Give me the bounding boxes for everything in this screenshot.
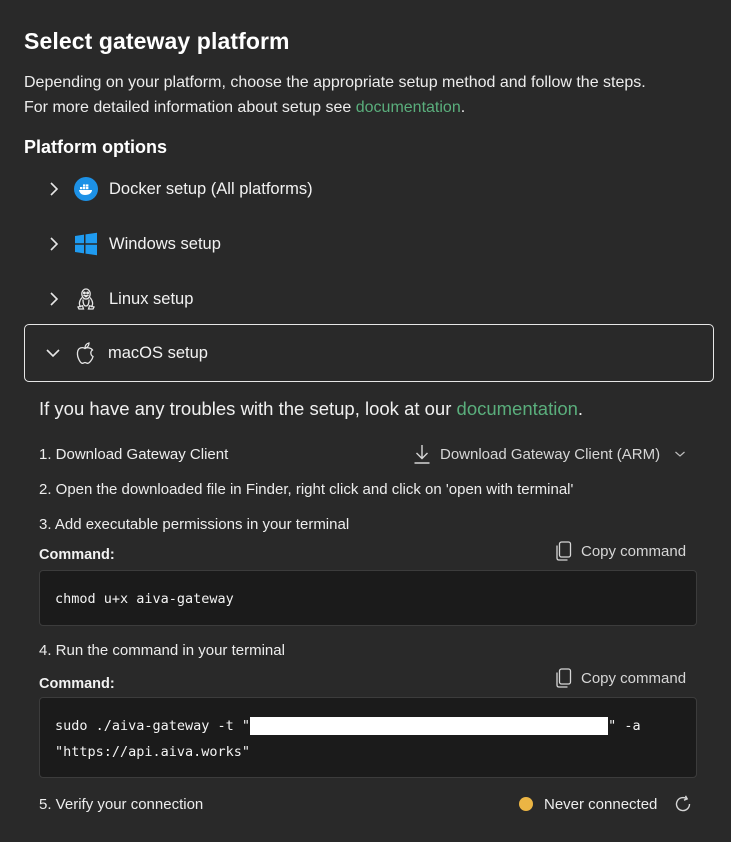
setup-intro-suffix: . xyxy=(577,398,584,419)
copy-icon xyxy=(555,668,581,688)
command-text: chmod u+x aiva-gateway xyxy=(55,591,234,607)
platform-options-heading: Platform options xyxy=(24,137,167,157)
command-line-1: sudo ./aiva-gateway -t " " -a xyxy=(55,713,681,739)
command-suffix: " -a xyxy=(608,718,641,734)
description-line-1: Depending on your platform, choose the a… xyxy=(24,74,646,91)
platform-option-macos[interactable]: macOS setup xyxy=(24,324,714,382)
step-2: 2. Open the downloaded file in Finder, r… xyxy=(39,481,574,498)
platform-option-windows[interactable]: Windows setup xyxy=(24,216,714,272)
platform-option-label: Docker setup (All platforms) xyxy=(109,179,313,198)
description-line-2: For more detailed information about setu… xyxy=(24,95,724,120)
chevron-right-icon xyxy=(43,236,65,252)
documentation-link[interactable]: documentation xyxy=(457,398,578,419)
download-gateway-client-button[interactable]: Download Gateway Client (ARM) xyxy=(413,444,686,464)
step-1: 1. Download Gateway Client xyxy=(39,446,229,463)
docker-icon xyxy=(73,176,99,202)
copy-icon xyxy=(555,541,581,561)
step-5: 5. Verify your connection xyxy=(39,796,204,813)
connection-status: Never connected xyxy=(519,794,693,814)
platform-option-label: macOS setup xyxy=(108,343,208,362)
chevron-right-icon xyxy=(43,181,65,197)
page-title: Select gateway platform xyxy=(24,28,290,54)
page-description: Depending on your platform, choose the a… xyxy=(24,70,724,120)
platform-option-label: Windows setup xyxy=(109,234,221,253)
platform-option-label: Linux setup xyxy=(109,289,194,308)
download-label: Download Gateway Client (ARM) xyxy=(440,445,661,463)
copy-command-label: Copy command xyxy=(581,542,687,560)
platform-option-docker[interactable]: Docker setup (All platforms) xyxy=(24,161,714,217)
command-label: Command: xyxy=(39,676,115,692)
refresh-icon[interactable] xyxy=(673,794,693,814)
chevron-right-icon xyxy=(43,291,65,307)
documentation-link[interactable]: documentation xyxy=(356,99,461,116)
windows-icon xyxy=(73,231,99,257)
copy-command-button[interactable]: Copy command xyxy=(555,541,686,561)
copy-command-label: Copy command xyxy=(581,669,687,687)
chevron-down-icon[interactable] xyxy=(674,450,686,458)
command-box-run[interactable]: sudo ./aiva-gateway -t " " -a "https://ap… xyxy=(39,697,697,778)
setup-intro: If you have any troubles with the setup,… xyxy=(39,398,583,420)
step-4: 4. Run the command in your terminal xyxy=(39,642,285,659)
redacted-token xyxy=(250,717,609,735)
step-3: 3. Add executable permissions in your te… xyxy=(39,516,350,533)
command-line-2: "https://api.aiva.works" xyxy=(55,744,251,760)
status-text: Never connected xyxy=(544,795,658,813)
description-suffix: . xyxy=(460,99,466,116)
status-dot-icon xyxy=(519,797,533,811)
chevron-down-icon xyxy=(42,348,64,358)
setup-intro-prefix: If you have any troubles with the setup,… xyxy=(39,398,457,419)
command-label: Command: xyxy=(39,547,115,563)
apple-icon xyxy=(72,340,98,366)
description-prefix: For more detailed information about setu… xyxy=(24,99,356,116)
download-icon xyxy=(413,444,431,464)
command-box-chmod[interactable]: chmod u+x aiva-gateway xyxy=(39,570,697,626)
platform-option-linux[interactable]: Linux setup xyxy=(24,271,714,327)
linux-icon xyxy=(73,286,99,312)
command-prefix: sudo ./aiva-gateway -t " xyxy=(55,718,251,734)
copy-command-button[interactable]: Copy command xyxy=(555,668,686,688)
